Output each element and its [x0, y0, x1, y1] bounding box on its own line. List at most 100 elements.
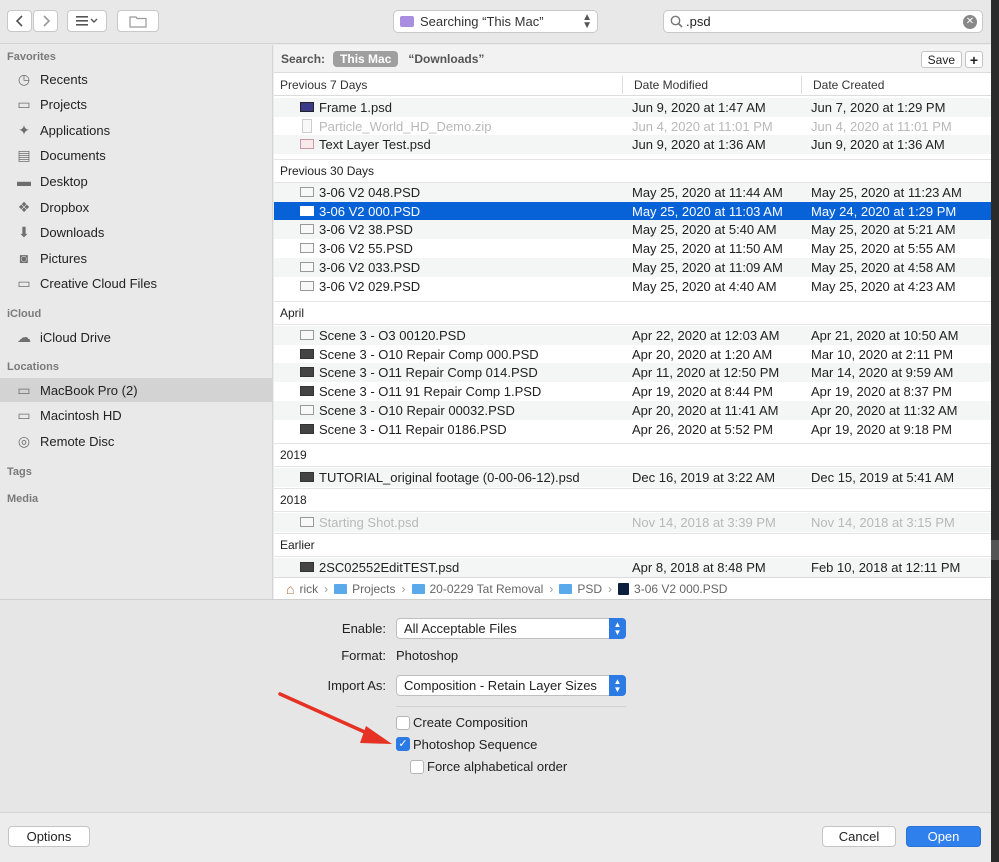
home-icon: ⌂ — [286, 580, 295, 597]
path-item[interactable]: PSD — [559, 582, 602, 596]
scope-this-mac-button[interactable]: This Mac — [333, 50, 399, 67]
forward-button[interactable] — [33, 10, 58, 32]
file-row[interactable]: TUTORIAL_original footage (0-00-06-12).p… — [274, 468, 991, 487]
open-button[interactable]: Open — [906, 826, 981, 847]
file-name: Scene 3 - O11 Repair Comp 014.PSD — [319, 365, 538, 381]
file-date-modified: Dec 16, 2019 at 3:22 AM — [632, 470, 776, 485]
sidebar-item-label: Desktop — [40, 173, 88, 189]
sidebar-item-applications[interactable]: ✦ Applications — [0, 118, 272, 142]
applications-icon: ✦ — [18, 121, 30, 138]
import-as-popup[interactable]: Composition - Retain Layer Sizes ▲ ▼ — [396, 675, 626, 696]
file-row[interactable]: 3-06 V2 000.PSD May 25, 2020 at 11:03 AM M… — [274, 201, 991, 221]
file-name: Frame 1.psd — [319, 100, 392, 115]
disk-icon: ▭ — [17, 407, 31, 424]
path-item[interactable]: Projects — [334, 581, 396, 596]
sidebar-item-recents[interactable]: ◷ Recents — [0, 67, 272, 91]
file-row[interactable]: 3-06 V2 55.PSD May 25, 2020 at 11:50 AM Ma… — [274, 239, 991, 258]
file-row[interactable]: Starting Shot.psd Nov 14, 2018 at 3:39 PM… — [274, 513, 991, 532]
force-alphabetical-label[interactable]: Force alphabetical order — [427, 759, 567, 774]
sidebar-item-projects[interactable]: ▭ Projects — [0, 93, 272, 117]
sidebar-item-creative-cloud-files[interactable]: ▭ Creative Cloud Files — [0, 272, 272, 296]
path-separator-icon: › — [401, 581, 406, 596]
import-options-pane: Enable: All Acceptable Files ▲ ▼ Format: … — [0, 599, 991, 812]
file-row[interactable]: Scene 3 - O11 91 Repair Comp 1.PSD Apr 19… — [274, 382, 991, 401]
group-header: 2018 — [274, 488, 991, 512]
file-date-created: Apr 20, 2020 at 11:32 AM — [811, 402, 958, 418]
desktop-icon: ▬ — [17, 173, 31, 190]
sidebar-item-dropbox[interactable]: ❖ Dropbox — [0, 195, 272, 219]
create-composition-label[interactable]: Create Composition — [413, 715, 528, 730]
file-date-created: May 24, 2020 at 1:29 PM — [811, 203, 957, 219]
sidebar-item-documents[interactable]: ▤ Documents — [0, 144, 272, 168]
column-separator[interactable] — [801, 76, 802, 94]
file-row[interactable]: Scene 3 - O10 Repair 00032.PSD Apr 20, 20… — [274, 400, 991, 420]
save-search-button[interactable]: Save — [920, 51, 962, 68]
options-button[interactable]: Options — [8, 826, 90, 847]
column-separator[interactable] — [622, 76, 623, 94]
path-item-label: rick — [299, 581, 319, 596]
file-date-modified: May 25, 2020 at 11:09 AM — [632, 259, 783, 275]
sidebar-item-downloads[interactable]: ⬇ Downloads — [0, 221, 272, 245]
sidebar-item-icloud-drive[interactable]: ☁ iCloud Drive — [0, 325, 272, 349]
file-date-modified: Jun 4, 2020 at 11:01 PM — [632, 118, 773, 134]
file-row[interactable]: 3-06 V2 033.PSD May 25, 2020 at 11:09 AM M… — [274, 257, 991, 277]
psd-file-icon — [300, 187, 314, 197]
file-name: Scene 3 - O10 Repair Comp 000.PSD — [319, 346, 539, 362]
sidebar-item-macintosh-hd[interactable]: ▭ Macintosh HD — [0, 404, 272, 428]
search-input[interactable]: .psd ✕ — [663, 10, 983, 33]
file-name: Particle_World_HD_Demo.zip — [319, 118, 492, 134]
file-row[interactable]: 3-06 V2 38.PSD May 25, 2020 at 5:40 AM May… — [274, 220, 991, 240]
column-date-created-header[interactable]: Date Created — [813, 78, 884, 92]
sidebar-item-pictures[interactable]: ◙ Pictures — [0, 246, 272, 270]
add-criteria-button[interactable]: + — [965, 51, 983, 68]
psd-file-icon — [300, 102, 314, 112]
file-name: 2SC02552EditTEST.psd — [319, 560, 460, 575]
column-name-header[interactable]: Previous 7 Days — [280, 78, 367, 92]
path-item[interactable]: 3-06 V2 000.PSD — [618, 582, 727, 596]
column-date-modified-header[interactable]: Date Modified — [634, 78, 708, 92]
file-row[interactable]: Scene 3 - O11 Repair Comp 014.PSD Apr 11,… — [274, 363, 991, 383]
sidebar-item-remote-disc[interactable]: ◎ Remote Disc — [0, 429, 272, 453]
new-folder-button[interactable] — [117, 10, 159, 32]
search-scope-popup[interactable]: Searching “This Mac” ▲ ▼ — [393, 10, 598, 33]
file-row[interactable]: Scene 3 - O3 00120.PSD Apr 22, 2020 at 12… — [274, 326, 991, 345]
clear-search-icon[interactable]: ✕ — [963, 15, 977, 29]
file-row[interactable]: Particle_World_HD_Demo.zip Jun 4, 2020 at… — [274, 117, 991, 136]
file-row[interactable]: Scene 3 - O10 Repair Comp 000.PSD Apr 20,… — [274, 345, 991, 364]
psd-file-icon — [300, 348, 314, 359]
file-date-created: Jun 9, 2020 at 1:36 AM — [811, 137, 945, 153]
enable-label: Enable: — [341, 621, 386, 636]
photoshop-sequence-label[interactable]: Photoshop Sequence — [413, 737, 537, 752]
file-date-created: Apr 21, 2020 at 10:50 AM — [811, 328, 959, 343]
file-row[interactable]: 2SC02552EditTEST.psd Apr 8, 2018 at 8:48 … — [274, 558, 991, 577]
path-item[interactable]: 20-0229 Tat Removal — [411, 582, 543, 596]
force-alphabetical-checkbox[interactable] — [410, 760, 424, 774]
scope-downloads-button[interactable]: “Downloads” — [408, 52, 484, 66]
sidebar-item-label: Remote Disc — [40, 433, 115, 449]
sidebar: Favorites ◷ Recents ▭ Projects ✦ Applications… — [0, 45, 273, 599]
psd-file-icon — [300, 280, 314, 291]
file-date-created: May 25, 2020 at 4:58 AM — [811, 259, 956, 275]
laptop-icon: ▭ — [17, 381, 31, 398]
folder-icon — [400, 16, 414, 27]
cancel-button[interactable]: Cancel — [822, 826, 896, 847]
file-row[interactable]: Text Layer Test.psd Jun 9, 2020 at 1:36 A… — [274, 135, 991, 155]
sidebar-item-label: Documents — [40, 148, 106, 164]
file-row[interactable]: Scene 3 - O11 Repair 0186.PSD Apr 26, 202… — [274, 420, 991, 439]
group-header: Earlier — [274, 533, 991, 557]
file-date-modified: Apr 20, 2020 at 11:41 AM — [632, 402, 779, 418]
file-row[interactable]: Frame 1.psd Jun 9, 2020 at 1:47 AM Jun 7, … — [274, 98, 991, 117]
file-name: Scene 3 - O11 91 Repair Comp 1.PSD — [319, 384, 542, 400]
file-row[interactable]: 3-06 V2 048.PSD May 25, 2020 at 11:44 AM M… — [274, 183, 991, 202]
sidebar-item-label: Projects — [40, 97, 87, 113]
enable-popup[interactable]: All Acceptable Files ▲ ▼ — [396, 618, 626, 639]
sidebar-item-desktop[interactable]: ▬ Desktop — [0, 169, 272, 193]
sidebar-item-macbook-pro-2[interactable]: ▭ MacBook Pro (2) — [0, 378, 272, 402]
back-button[interactable] — [7, 10, 32, 32]
path-item[interactable]: ⌂ rick — [286, 581, 318, 597]
view-options-button[interactable] — [67, 10, 107, 32]
file-row[interactable]: 3-06 V2 029.PSD May 25, 2020 at 4:40 AM Ma… — [274, 277, 991, 296]
path-item-label: 3-06 V2 000.PSD — [634, 581, 728, 596]
path-item-label: Projects — [352, 581, 396, 596]
format-label: Format: — [341, 648, 386, 663]
